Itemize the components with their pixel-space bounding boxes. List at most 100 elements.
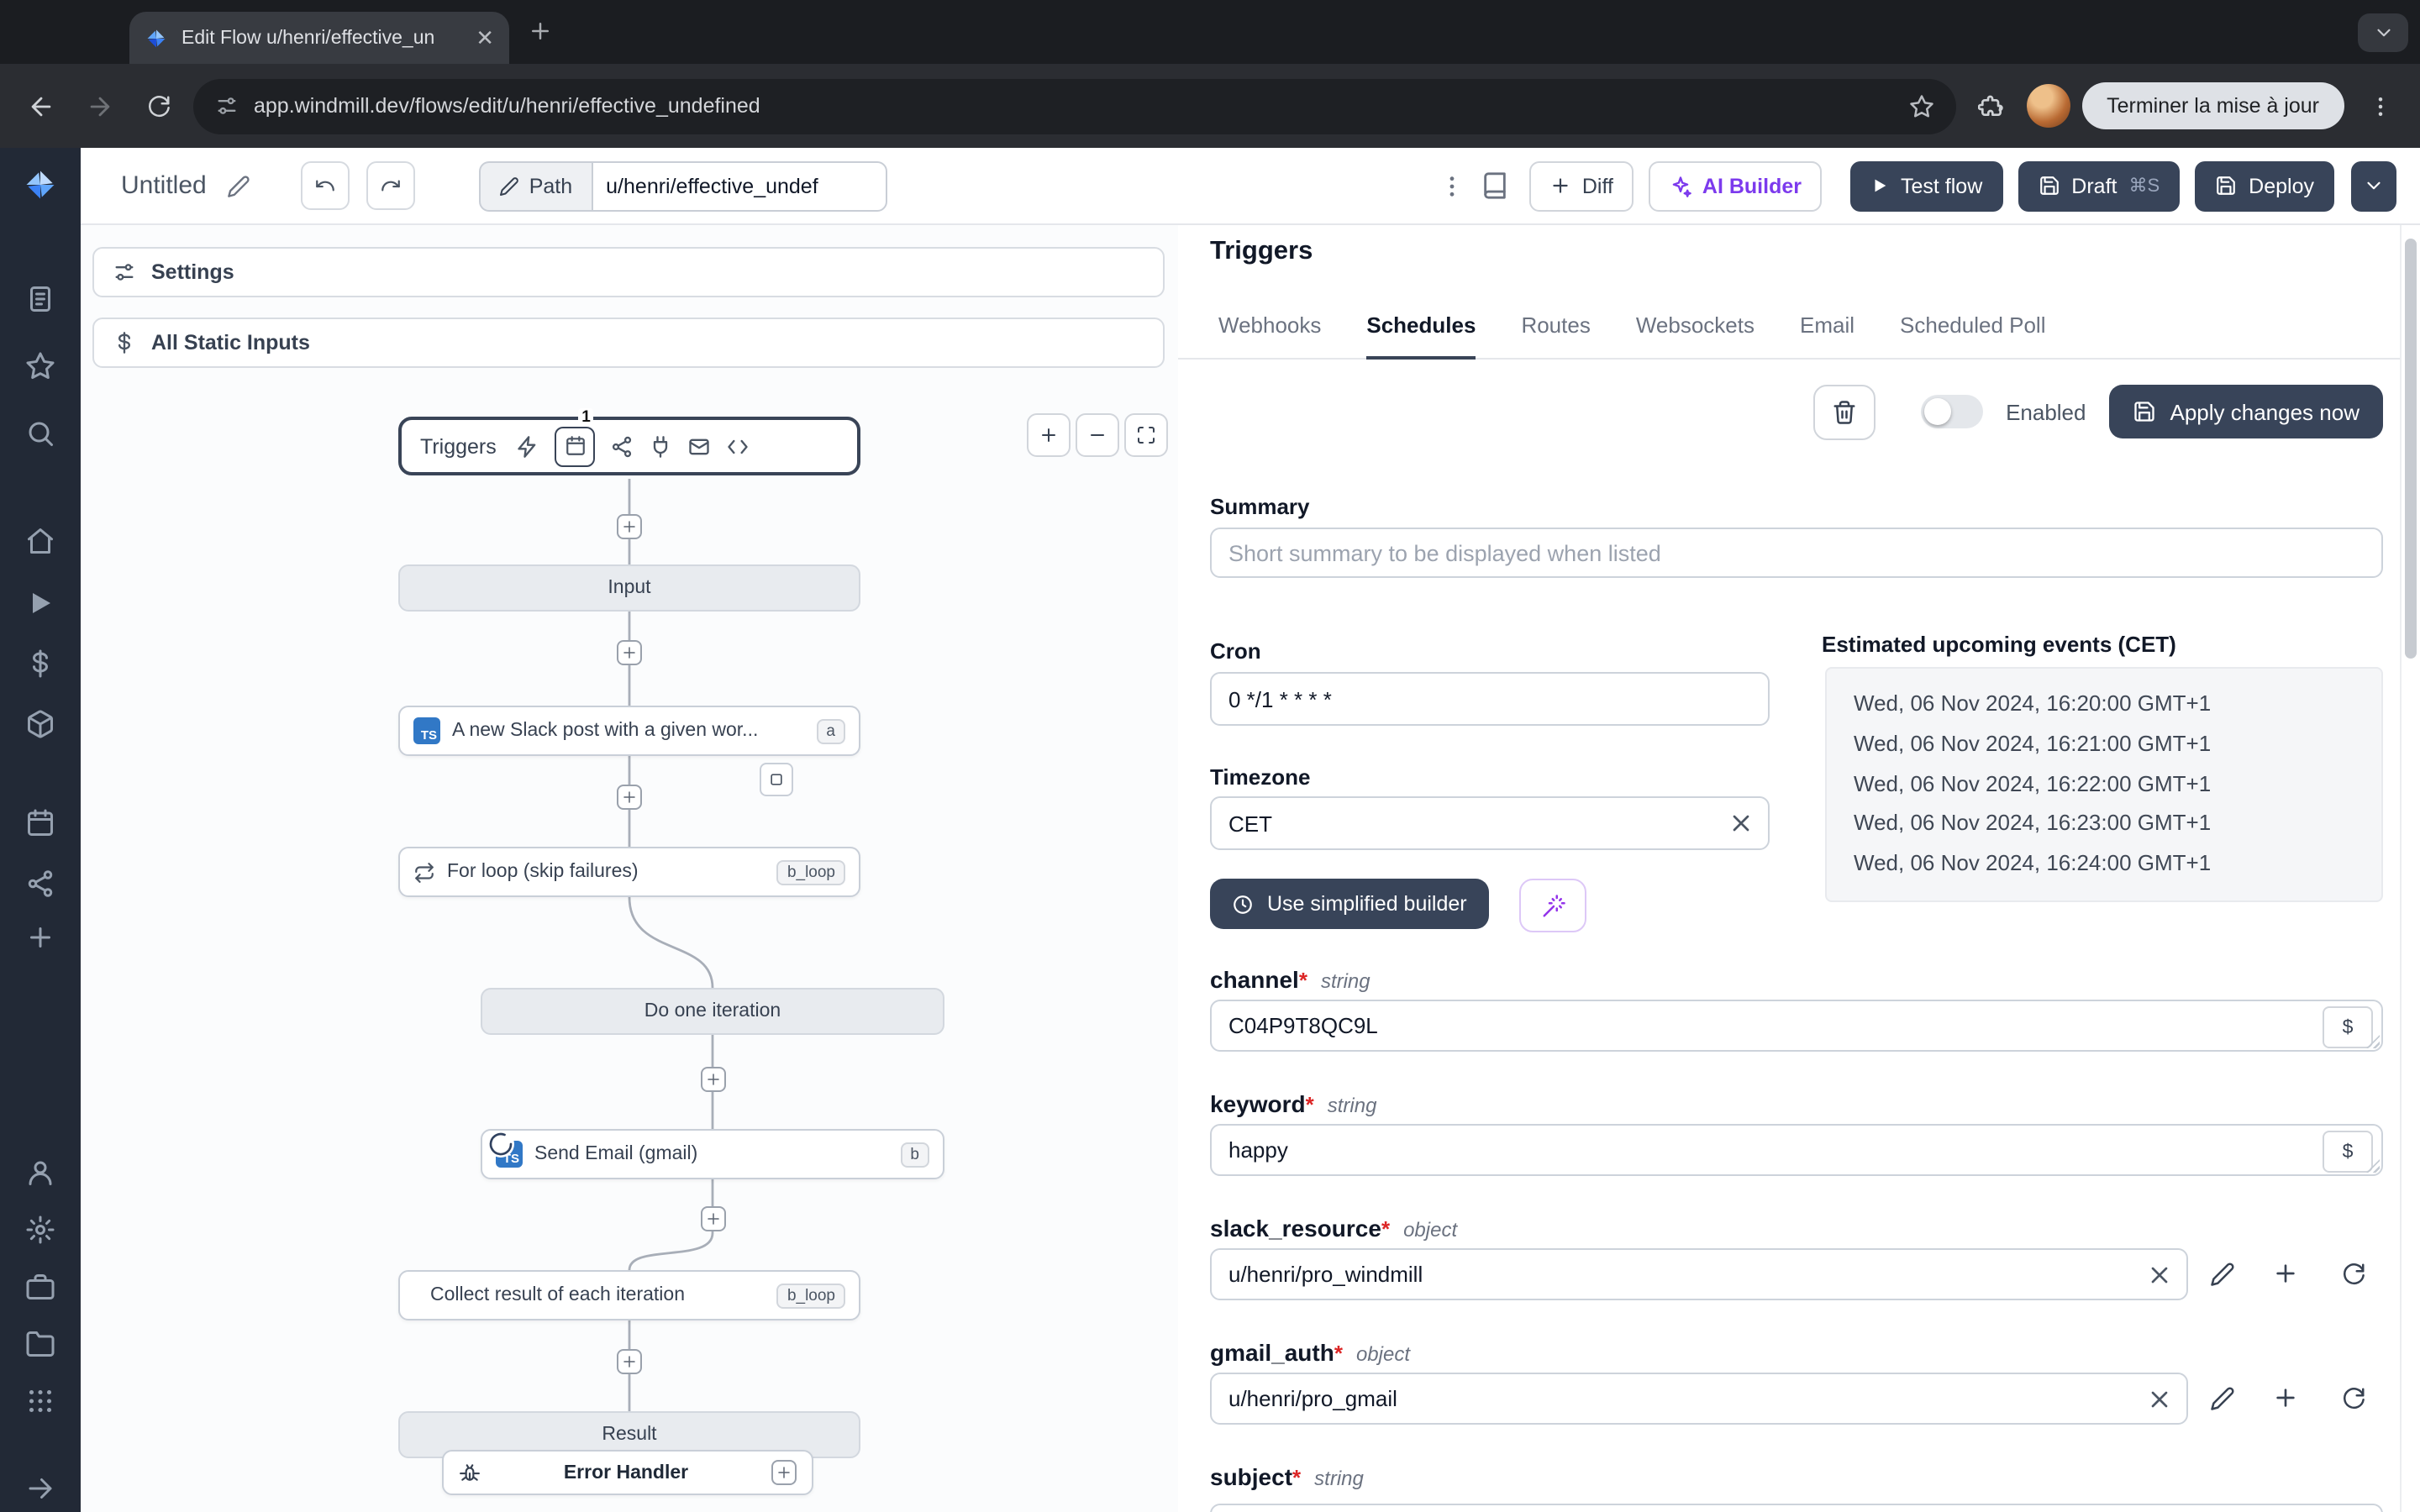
path-button[interactable]: Path — [478, 160, 592, 211]
sidebar-item-variables[interactable] — [25, 648, 55, 679]
send-email-node[interactable]: TS Send Email (gmail) b — [481, 1129, 944, 1179]
triggers-node[interactable]: Triggers 1 — [398, 407, 860, 475]
tab-scheduled-poll[interactable]: Scheduled Poll — [1900, 292, 2045, 358]
insert-step-button[interactable] — [701, 1206, 726, 1231]
deploy-button[interactable]: Deploy — [2195, 160, 2334, 211]
timezone-input[interactable] — [1210, 796, 1770, 850]
edit-resource-button[interactable] — [2200, 1376, 2244, 1420]
undo-button[interactable] — [300, 161, 350, 210]
subject-input[interactable] — [1210, 1504, 2383, 1512]
refresh-resource-button[interactable] — [2331, 1252, 2375, 1295]
poll-trigger-icon[interactable] — [727, 434, 750, 458]
sidebar-item-settings[interactable] — [25, 1215, 55, 1245]
path-input[interactable] — [591, 160, 887, 211]
insert-step-button[interactable] — [617, 1349, 642, 1374]
insert-step-button[interactable] — [701, 1067, 726, 1092]
route-trigger-icon[interactable] — [611, 434, 634, 458]
sidebar-item-search[interactable] — [25, 418, 55, 449]
add-error-handler-button[interactable] — [771, 1460, 797, 1485]
zoom-out-button[interactable] — [1076, 413, 1119, 457]
websocket-trigger-icon[interactable] — [650, 434, 673, 458]
email-trigger-icon[interactable] — [688, 434, 712, 458]
error-handler-node[interactable]: Error Handler — [442, 1450, 813, 1495]
insert-variable-button[interactable]: $ — [2323, 1131, 2373, 1173]
sidebar-item-runs[interactable] — [25, 284, 55, 314]
address-bar[interactable]: app.windmill.dev/flows/edit/u/henri/effe… — [193, 78, 1956, 134]
add-resource-button[interactable] — [2264, 1376, 2307, 1420]
tab-webhooks[interactable]: Webhooks — [1218, 292, 1321, 358]
reload-button[interactable] — [134, 82, 182, 129]
sidebar-item-add[interactable] — [25, 922, 55, 953]
channel-input[interactable] — [1210, 1000, 2383, 1052]
webhook-trigger-icon[interactable] — [517, 434, 540, 458]
profile-avatar[interactable] — [2026, 84, 2070, 128]
tab-routes[interactable]: Routes — [1521, 292, 1590, 358]
clear-timezone-icon[interactable] — [1728, 810, 1754, 837]
fit-view-button[interactable] — [1124, 413, 1168, 457]
tab-websockets[interactable]: Websockets — [1636, 292, 1754, 358]
more-options-button[interactable] — [1439, 172, 1466, 199]
refresh-resource-button[interactable] — [2331, 1376, 2375, 1420]
enabled-toggle[interactable] — [1920, 395, 1983, 428]
draft-button[interactable]: Draft ⌘S — [2018, 160, 2181, 211]
scrollbar-thumb[interactable] — [2405, 239, 2417, 659]
preview-expand-button[interactable] — [760, 763, 793, 796]
sidebar-item-runs-play[interactable] — [25, 588, 55, 618]
new-tab-button[interactable] — [528, 18, 553, 44]
panel-scrollbar[interactable] — [2400, 225, 2420, 1512]
browser-menu-button[interactable] — [2356, 82, 2403, 129]
browser-update-button[interactable]: Terminer la mise à jour — [2081, 82, 2344, 129]
delete-schedule-button[interactable] — [1812, 384, 1876, 439]
edit-title-button[interactable] — [227, 174, 250, 197]
schedule-trigger-selected[interactable]: 1 — [555, 407, 596, 466]
slack-step-node[interactable]: TS A new Slack post with a given wor... … — [398, 706, 860, 756]
tab-close-icon[interactable]: ✕ — [476, 27, 494, 49]
apply-changes-button[interactable]: Apply changes now — [2109, 385, 2383, 438]
sidebar-item-workspace[interactable] — [25, 1272, 55, 1302]
forward-button[interactable] — [76, 82, 123, 129]
cron-input[interactable] — [1210, 672, 1770, 726]
forloop-node[interactable]: For loop (skip failures) b_loop — [398, 847, 860, 897]
slack-resource-input[interactable] — [1210, 1248, 2188, 1300]
collect-result-node[interactable]: Collect result of each iteration b_loop — [398, 1270, 860, 1320]
sidebar-item-home[interactable] — [25, 526, 55, 556]
docs-button[interactable] — [1481, 171, 1510, 200]
input-node[interactable]: Input — [398, 564, 860, 612]
keyword-input[interactable] — [1210, 1124, 2383, 1176]
summary-input[interactable] — [1210, 528, 2383, 578]
ai-cron-button[interactable] — [1519, 879, 1586, 932]
clear-resource-icon[interactable] — [2146, 1261, 2173, 1288]
back-button[interactable] — [17, 82, 64, 129]
add-resource-button[interactable] — [2264, 1252, 2307, 1295]
diff-button[interactable]: Diff — [1529, 160, 1634, 211]
extensions-button[interactable] — [1967, 82, 2014, 129]
edit-resource-button[interactable] — [2200, 1252, 2244, 1295]
insert-variable-button[interactable]: $ — [2323, 1006, 2373, 1048]
sidebar-item-routes[interactable] — [25, 869, 55, 899]
deploy-dropdown-button[interactable] — [2351, 160, 2396, 211]
site-settings-icon[interactable] — [215, 94, 239, 118]
simplified-builder-button[interactable]: Use simplified builder — [1210, 879, 1489, 929]
sidebar-item-favorites[interactable] — [25, 351, 55, 381]
sidebar-item-schedules[interactable] — [25, 808, 55, 838]
insert-step-button[interactable] — [617, 640, 642, 665]
tab-schedules[interactable]: Schedules — [1366, 292, 1476, 360]
test-flow-button[interactable]: Test flow — [1850, 160, 2003, 211]
ai-builder-button[interactable]: AI Builder — [1648, 160, 1822, 211]
do-one-iteration-node[interactable]: Do one iteration — [481, 988, 944, 1035]
clear-resource-icon[interactable] — [2146, 1385, 2173, 1412]
sidebar-item-resources[interactable] — [25, 709, 55, 739]
tab-email[interactable]: Email — [1800, 292, 1854, 358]
bookmark-star-icon[interactable] — [1908, 93, 1933, 118]
insert-step-button[interactable] — [617, 514, 642, 539]
tab-search-button[interactable] — [2358, 13, 2408, 52]
sidebar-item-apps[interactable] — [25, 1386, 55, 1416]
insert-step-button[interactable] — [617, 785, 642, 810]
sidebar-item-account[interactable] — [25, 1158, 55, 1188]
zoom-in-button[interactable] — [1027, 413, 1071, 457]
browser-tab[interactable]: Edit Flow u/henri/effective_un ✕ — [129, 12, 509, 64]
redo-button[interactable] — [366, 161, 415, 210]
windmill-logo[interactable] — [22, 166, 59, 203]
sidebar-expand-button[interactable] — [25, 1473, 55, 1504]
gmail-auth-input[interactable] — [1210, 1373, 2188, 1425]
